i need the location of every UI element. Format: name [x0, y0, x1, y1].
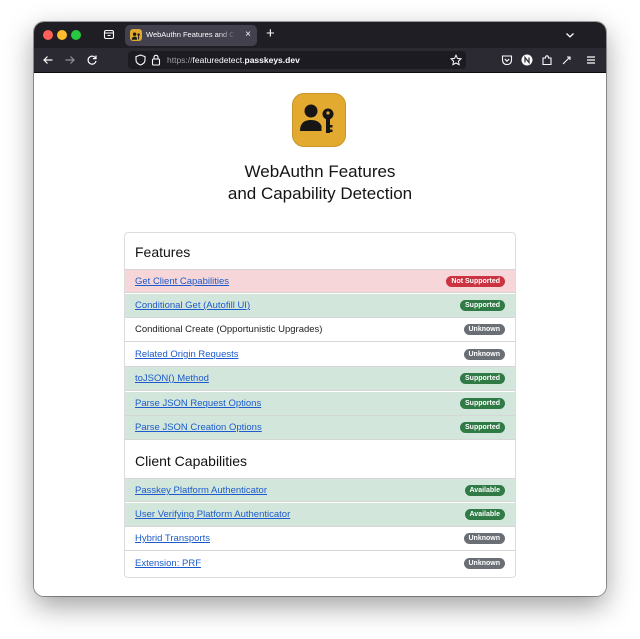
capability-row-passkey-platform-authenticator: Passkey Platform Authenticator Available	[125, 478, 515, 502]
capability-link-extension-prf[interactable]: Extension: PRF	[135, 558, 201, 569]
close-window-button[interactable]	[43, 30, 53, 40]
new-tab-button[interactable]: +	[266, 26, 275, 42]
url-domain: passkeys.dev	[244, 55, 300, 65]
feature-link-related-origin-requests[interactable]: Related Origin Requests	[135, 349, 239, 360]
status-badge: Supported	[460, 398, 505, 409]
zoom-window-button[interactable]	[71, 30, 81, 40]
capability-row-hybrid-transports: Hybrid Transports Unknown	[125, 527, 515, 551]
feature-row-conditional-get: Conditional Get (Autofill UI) Supported	[125, 294, 515, 318]
detection-results-card: Features Get Client Capabilities Not Sup…	[124, 232, 516, 578]
pocket-icon[interactable]	[501, 54, 513, 66]
hamburger-menu-icon[interactable]	[585, 54, 597, 66]
feature-row-parse-json-creation-options: Parse JSON Creation Options Supported	[125, 416, 515, 440]
tab-strip: WebAuthn Features and Capability Detecti…	[34, 22, 606, 48]
feature-label-conditional-create: Conditional Create (Opportunistic Upgrad…	[135, 324, 323, 335]
status-badge: Available	[464, 509, 505, 520]
page-content: WebAuthn Features and Capability Detecti…	[34, 73, 606, 596]
shield-icon[interactable]	[135, 54, 146, 66]
passkey-logo-icon	[292, 93, 346, 147]
tab-title: WebAuthn Features and Capability Detecti…	[146, 30, 236, 39]
feature-row-related-origin-requests: Related Origin Requests Unknown	[125, 343, 515, 367]
status-badge: Supported	[460, 422, 505, 433]
status-badge: Unknown	[463, 324, 505, 335]
back-arrow-icon[interactable]	[42, 54, 54, 66]
tab-active[interactable]: WebAuthn Features and Capability Detecti…	[125, 25, 257, 46]
feature-row-get-client-capabilities: Get Client Capabilities Not Supported	[125, 269, 515, 293]
page-title-line-2: and Capability Detection	[227, 184, 413, 203]
capability-link-hybrid-transports[interactable]: Hybrid Transports	[135, 533, 210, 544]
status-badge: Unknown	[463, 349, 505, 360]
status-badge: Unknown	[463, 533, 505, 544]
lock-icon[interactable]	[151, 54, 161, 66]
address-bar[interactable]: https://featuredetect.passkeys.dev	[128, 51, 466, 69]
capability-row-extension-prf: Extension: PRF Unknown	[125, 552, 515, 576]
capability-link-passkey-platform-authenticator[interactable]: Passkey Platform Authenticator	[135, 485, 267, 496]
feature-link-conditional-get[interactable]: Conditional Get (Autofill UI)	[135, 300, 250, 311]
reload-icon[interactable]	[86, 54, 98, 66]
forward-arrow-icon[interactable]	[64, 54, 76, 66]
passkey-favicon-icon	[130, 29, 142, 41]
feature-link-parse-json-creation-options[interactable]: Parse JSON Creation Options	[135, 422, 262, 433]
minimize-window-button[interactable]	[57, 30, 67, 40]
extensions-icon[interactable]	[541, 54, 553, 66]
extension-puzzle-icon[interactable]	[561, 54, 573, 66]
feature-row-tojson-method: toJSON() Method Supported	[125, 367, 515, 391]
navigation-toolbar: https://featuredetect.passkeys.dev	[34, 48, 606, 73]
feature-row-conditional-create: Conditional Create (Opportunistic Upgrad…	[125, 318, 515, 342]
feature-link-parse-json-request-options[interactable]: Parse JSON Request Options	[135, 398, 261, 409]
capability-link-user-verifying-platform-authenticator[interactable]: User Verifying Platform Authenticator	[135, 509, 290, 520]
status-badge: Available	[464, 485, 505, 496]
status-badge: Unknown	[463, 558, 505, 569]
feature-row-parse-json-request-options: Parse JSON Request Options Supported	[125, 392, 515, 416]
tab-close-icon[interactable]: ×	[245, 30, 251, 40]
section-heading-features: Features	[135, 244, 191, 260]
account-avatar-icon[interactable]	[521, 54, 533, 66]
status-badge: Supported	[460, 373, 505, 384]
capability-row-user-verifying-platform-authenticator: User Verifying Platform Authenticator Av…	[125, 503, 515, 527]
browser-window: WebAuthn Features and Capability Detecti…	[34, 22, 606, 596]
url-host: featuredetect.	[192, 55, 245, 65]
section-heading-client-capabilities: Client Capabilities	[135, 453, 248, 469]
status-badge: Not Supported	[446, 276, 505, 287]
status-badge: Supported	[460, 300, 505, 311]
tab-overview-icon[interactable]	[103, 28, 115, 40]
chevron-down-icon[interactable]	[565, 30, 575, 40]
feature-link-get-client-capabilities[interactable]: Get Client Capabilities	[135, 276, 229, 287]
feature-link-tojson-method[interactable]: toJSON() Method	[135, 373, 209, 384]
page-title-line-1: WebAuthn Features	[244, 162, 396, 181]
bookmark-star-icon[interactable]	[450, 54, 462, 66]
url-protocol: https://	[167, 55, 193, 65]
page-title: WebAuthn Features and Capability Detecti…	[34, 161, 606, 205]
url-text[interactable]: https://featuredetect.passkeys.dev	[167, 55, 300, 65]
